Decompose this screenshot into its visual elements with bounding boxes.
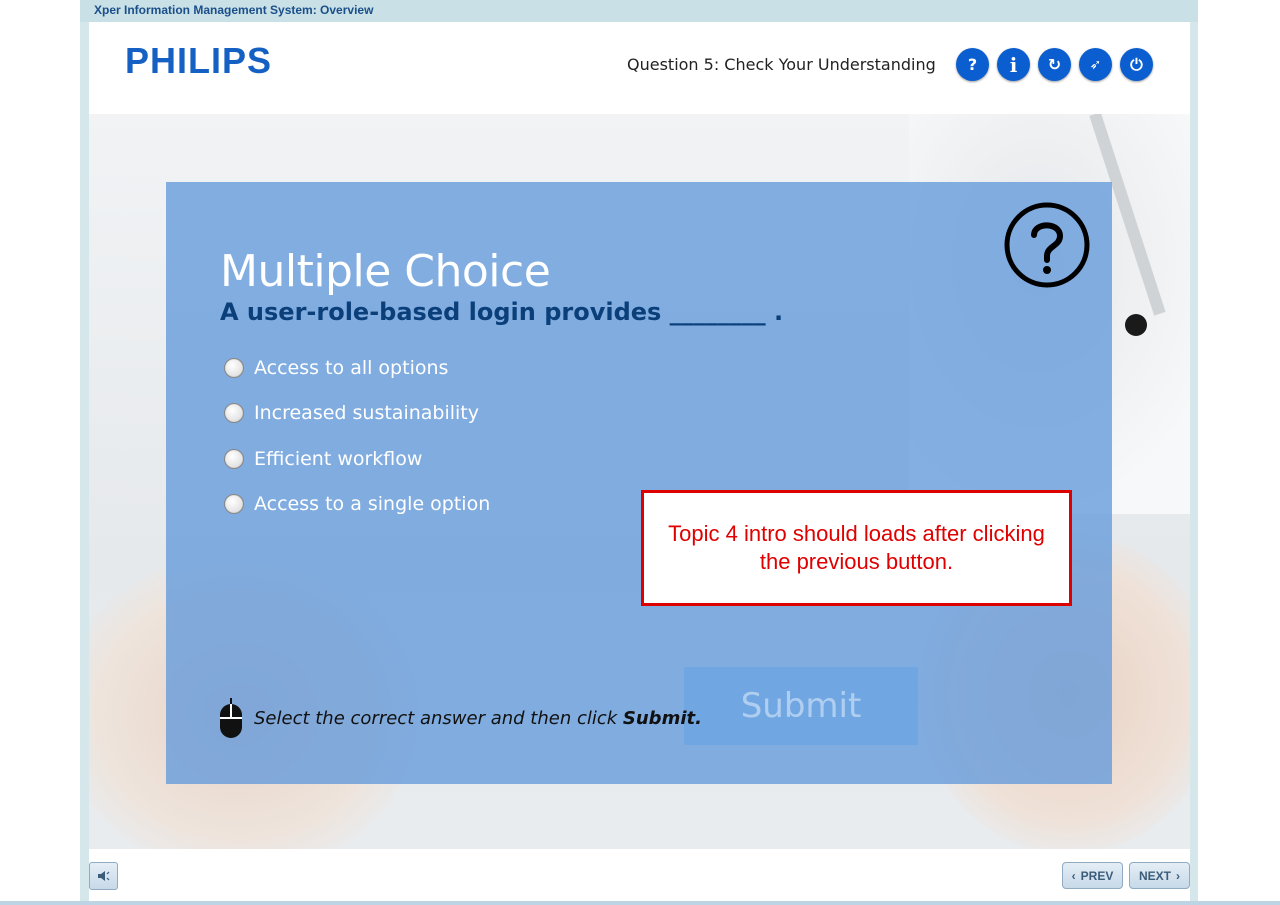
replay-icon: ↻ xyxy=(1047,55,1062,74)
quiz-card: Multiple Choice A user-role-based login … xyxy=(166,182,1112,784)
audio-button[interactable] xyxy=(89,862,118,890)
course-footer: ‹ PREV NEXT › xyxy=(89,849,1190,901)
exit-button[interactable]: ⏻ xyxy=(1120,48,1153,81)
info-button[interactable]: i xyxy=(997,48,1030,81)
slide-stage: Multiple Choice A user-role-based login … xyxy=(89,114,1190,849)
review-annotation: Topic 4 intro should loads after clickin… xyxy=(641,490,1072,606)
option-1[interactable]: Access to all options xyxy=(224,353,448,383)
mouse-icon xyxy=(220,698,242,738)
instruction-prefix: Select the correct answer and then click xyxy=(254,708,623,729)
review-annotation-text: Topic 4 intro should loads after clickin… xyxy=(668,521,1045,574)
instruction-submit-word: Submit. xyxy=(622,708,702,729)
taskbar-strip xyxy=(0,901,1280,905)
option-label: Increased sustainability xyxy=(254,402,479,424)
title-bar: Xper Information Management System: Over… xyxy=(80,0,1198,22)
help-button[interactable]: ? xyxy=(956,48,989,81)
option-label: Access to a single option xyxy=(254,493,491,515)
radio-button[interactable] xyxy=(224,358,244,378)
question-title: Question 5: Check Your Understanding xyxy=(627,55,936,74)
course-window: Xper Information Management System: Over… xyxy=(80,0,1198,905)
prev-label: PREV xyxy=(1080,868,1114,883)
prev-button[interactable]: ‹ PREV xyxy=(1062,862,1123,889)
quiz-heading: Multiple Choice xyxy=(220,246,551,297)
next-button[interactable]: NEXT › xyxy=(1129,862,1190,889)
window-title: Xper Information Management System: Over… xyxy=(94,3,374,17)
option-2[interactable]: Increased sustainability xyxy=(224,398,479,428)
philips-logo: PHILIPS xyxy=(125,40,273,81)
submit-button[interactable]: Submit xyxy=(684,667,918,745)
navigate-button[interactable]: ➶ xyxy=(1079,48,1112,81)
instruction-text: Select the correct answer and then click… xyxy=(254,708,702,729)
option-4[interactable]: Access to a single option xyxy=(224,489,490,519)
chevron-right-icon: › xyxy=(1176,868,1180,883)
compass-icon: ➶ xyxy=(1089,56,1102,73)
info-icon: i xyxy=(1009,52,1018,77)
speaker-icon xyxy=(97,871,109,881)
question-icon: ? xyxy=(967,55,978,74)
replay-button[interactable]: ↻ xyxy=(1038,48,1071,81)
background-stethoscope-end xyxy=(1125,314,1147,336)
option-3[interactable]: Efficient workflow xyxy=(224,444,422,474)
question-text: A user-role-based login provides _______… xyxy=(220,298,784,326)
power-icon: ⏻ xyxy=(1130,54,1143,74)
chevron-left-icon: ‹ xyxy=(1071,868,1076,883)
option-label: Efficient workflow xyxy=(254,448,423,470)
next-label: NEXT xyxy=(1138,868,1171,883)
question-mark-icon xyxy=(1004,202,1090,288)
radio-button[interactable] xyxy=(224,403,244,423)
radio-button[interactable] xyxy=(224,449,244,469)
radio-button[interactable] xyxy=(224,494,244,514)
course-header: PHILIPS Question 5: Check Your Understan… xyxy=(89,22,1190,114)
option-label: Access to all options xyxy=(254,357,449,379)
